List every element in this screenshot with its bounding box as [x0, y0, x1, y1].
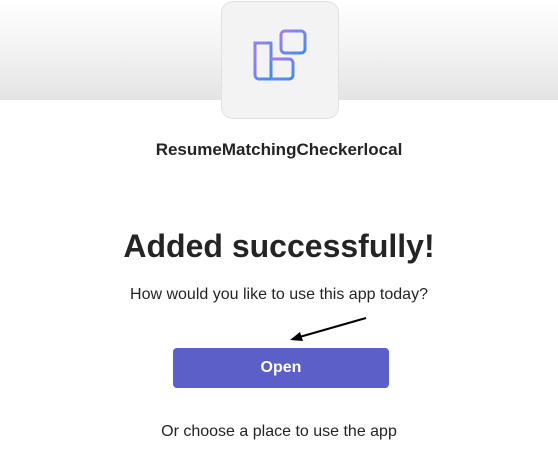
app-added-dialog: ResumeMatchingCheckerlocal Added success… [0, 0, 558, 454]
success-headline: Added successfully! [123, 228, 435, 264]
annotation-arrow-icon [290, 317, 367, 341]
app-icon-tile [221, 1, 339, 119]
app-name: ResumeMatchingCheckerlocal [155, 140, 403, 159]
open-button[interactable]: Open [173, 348, 389, 388]
choose-place-text: Or choose a place to use the app [161, 423, 397, 440]
usage-prompt: How would you like to use this app today… [130, 286, 428, 303]
apps-grid-icon [253, 29, 307, 81]
